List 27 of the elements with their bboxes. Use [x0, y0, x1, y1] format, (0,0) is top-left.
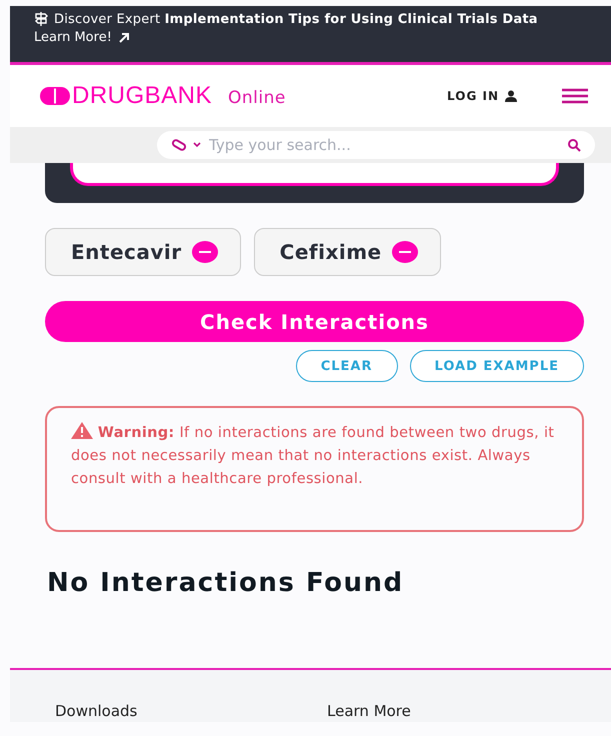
check-interactions-button[interactable]: Check Interactions [45, 301, 584, 342]
logo-text: DRUGBANK [72, 82, 212, 110]
warning-text: Warning: If no interactions are found between two drugs, it does not necessarily mean that no interactions exist. Always consult with a healthcare professional. [71, 422, 562, 491]
action-button[interactable]: LOAD EXAMPLE [410, 350, 584, 382]
remove-icon[interactable] [192, 241, 218, 263]
drug-input-field[interactable] [70, 163, 559, 186]
result-heading: No Interactions Found [47, 568, 405, 598]
search-bar[interactable]: Type your search... [157, 131, 595, 159]
pill-icon[interactable] [171, 139, 187, 151]
arrow-icon [118, 32, 130, 44]
signpost-icon [34, 11, 48, 27]
remove-icon[interactable] [392, 241, 418, 263]
footer-heading: Downloads [55, 703, 138, 720]
search-icon[interactable] [567, 138, 581, 152]
logo-suffix: Online [228, 88, 286, 108]
action-button[interactable]: CLEAR [296, 350, 398, 382]
capsule-icon [40, 87, 70, 105]
login-link[interactable]: LOG IN [447, 89, 517, 103]
menu-icon[interactable] [561, 88, 589, 104]
learn-more-link[interactable]: Learn More! [34, 30, 130, 45]
drug-name: Entecavir [71, 240, 182, 264]
warning-icon [71, 422, 93, 439]
user-icon [505, 90, 517, 102]
footer-heading: Learn More [327, 703, 412, 720]
drug-name: Cefixime [280, 240, 382, 264]
banner-text: Discover Expert Implementation Tips for Using Clinical Trials Data [54, 12, 538, 26]
caret-icon[interactable] [193, 142, 201, 148]
